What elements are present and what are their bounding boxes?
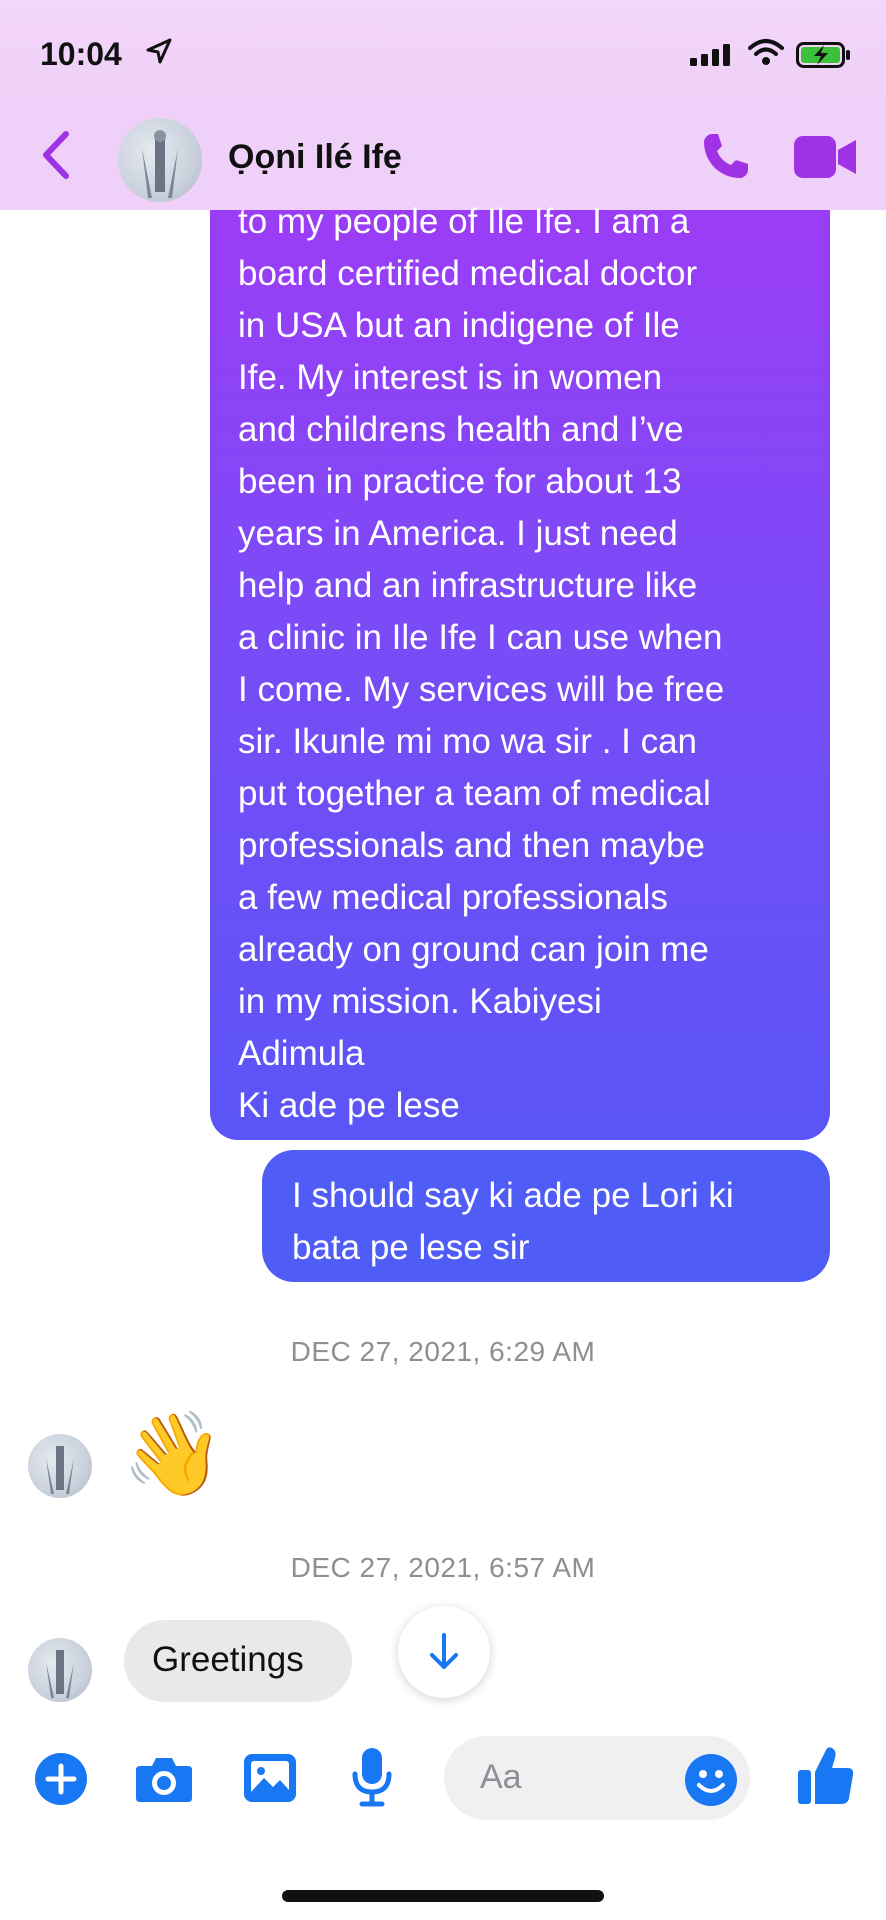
- message-text: I should say ki ade pe Lori ki bata pe l…: [292, 1176, 734, 1267]
- plus-icon[interactable]: [34, 1752, 88, 1806]
- thumbs-up-icon[interactable]: [796, 1744, 856, 1806]
- scroll-to-bottom-button[interactable]: [398, 1606, 490, 1698]
- incoming-message-bubble[interactable]: Greetings: [124, 1620, 352, 1702]
- camera-icon[interactable]: [134, 1754, 194, 1804]
- message-text: to my people of Ile Ife. I am a board ce…: [238, 202, 725, 1125]
- waving-hand-emoji[interactable]: 👋: [122, 1410, 224, 1500]
- location-arrow-icon: [146, 38, 172, 64]
- message-timestamp: DEC 27, 2021, 6:29 AM: [290, 1336, 596, 1367]
- outgoing-message-bubble[interactable]: to my people of Ile Ife. I am a board ce…: [210, 202, 830, 1140]
- outgoing-message-bubble[interactable]: I should say ki ade pe Lori ki bata pe l…: [262, 1150, 830, 1282]
- back-chevron-icon[interactable]: [40, 130, 72, 180]
- wifi-icon: [748, 39, 784, 65]
- contact-avatar[interactable]: [118, 118, 202, 202]
- emoji-smiley-icon[interactable]: [684, 1753, 738, 1807]
- message-timestamp: DEC 27, 2021, 6:57 AM: [290, 1552, 596, 1583]
- microphone-icon[interactable]: [352, 1746, 392, 1808]
- message-text: Greetings: [152, 1640, 304, 1679]
- status-time: 10:04: [40, 36, 122, 72]
- battery-charging-icon: [796, 42, 850, 68]
- arrow-down-icon: [430, 1633, 458, 1669]
- cellular-signal-icon: [690, 44, 730, 66]
- gallery-image-icon[interactable]: [242, 1752, 298, 1804]
- sender-avatar[interactable]: [28, 1638, 92, 1702]
- sender-avatar[interactable]: [28, 1434, 92, 1498]
- home-indicator: [282, 1890, 604, 1902]
- video-call-icon[interactable]: [794, 136, 858, 178]
- phone-call-icon[interactable]: [698, 128, 754, 184]
- message-input-placeholder: Aa: [480, 1758, 522, 1796]
- contact-name[interactable]: Ọọni Ilé Ifẹ: [228, 138, 402, 177]
